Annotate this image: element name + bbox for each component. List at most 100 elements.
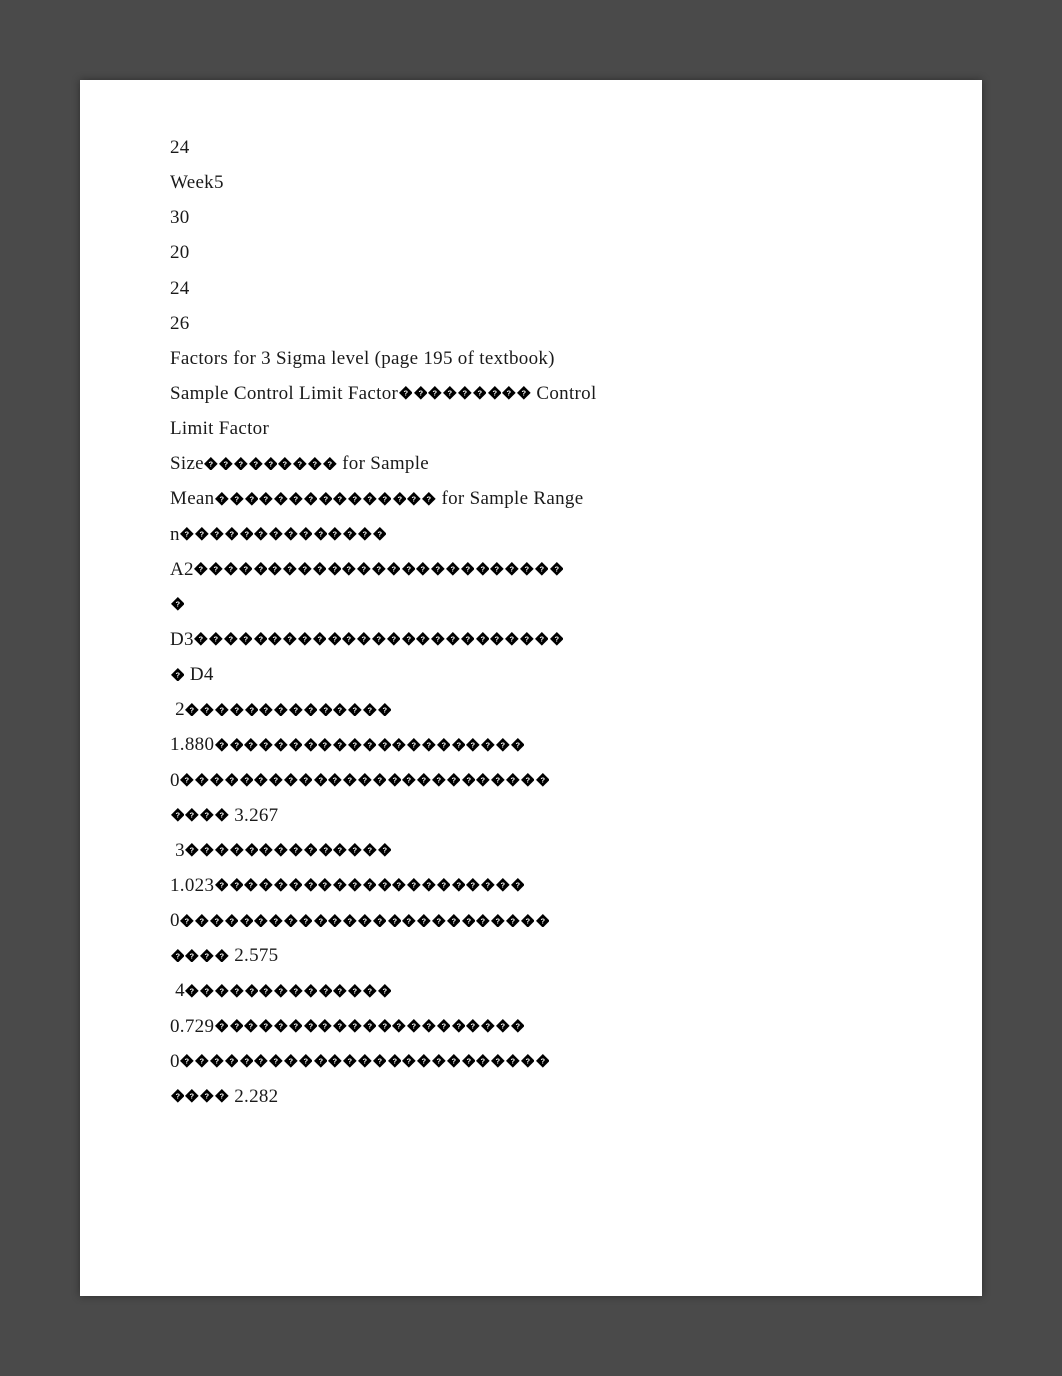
- svg-text:?: ?: [554, 635, 559, 644]
- svg-text:?: ?: [234, 494, 239, 503]
- svg-text:?: ?: [278, 881, 283, 890]
- svg-text:?: ?: [347, 565, 352, 574]
- unknown-glyph-icon: ?: [259, 703, 273, 717]
- svg-text:?: ?: [249, 740, 254, 749]
- svg-text:?: ?: [219, 1022, 224, 1031]
- svg-text:?: ?: [308, 494, 313, 503]
- svg-text:?: ?: [200, 916, 205, 925]
- svg-text:?: ?: [397, 881, 402, 890]
- svg-text:?: ?: [353, 494, 358, 503]
- svg-text:?: ?: [338, 705, 343, 714]
- svg-text:?: ?: [397, 494, 402, 503]
- svg-text:?: ?: [436, 635, 441, 644]
- svg-text:?: ?: [412, 494, 417, 503]
- unknown-glyph-icon: ?: [304, 703, 318, 717]
- svg-text:?: ?: [303, 530, 308, 539]
- svg-text:?: ?: [199, 565, 204, 574]
- unknown-glyph-icon: ?: [289, 703, 303, 717]
- svg-text:?: ?: [450, 565, 455, 574]
- unknown-glyph-icon: ?: [254, 1054, 268, 1068]
- svg-text:?: ?: [377, 1057, 382, 1066]
- unknown-glyph-icon: ?: [458, 386, 472, 400]
- svg-text:?: ?: [382, 846, 387, 855]
- unknown-glyph-icon: ?: [432, 773, 446, 787]
- unknown-glyph-icon: ?: [373, 1054, 387, 1068]
- unknown-glyph-icon: ?: [195, 1054, 209, 1068]
- svg-text:?: ?: [264, 1022, 269, 1031]
- svg-text:?: ?: [273, 635, 278, 644]
- svg-text:?: ?: [323, 705, 328, 714]
- unknown-glyph-icon: ?: [254, 773, 268, 787]
- unknown-glyph-icon: ?: [215, 738, 229, 752]
- svg-text:?: ?: [392, 1057, 397, 1066]
- unknown-glyph-icon: ?: [299, 527, 313, 541]
- unknown-glyph-icon: ?: [268, 632, 282, 646]
- unknown-glyph-icon: ?: [240, 1054, 254, 1068]
- svg-text:?: ?: [234, 846, 239, 855]
- unknown-glyph-icon: ?: [274, 738, 288, 752]
- svg-text:?: ?: [175, 1092, 180, 1101]
- unknown-glyph-icon: ?: [422, 1019, 436, 1033]
- svg-text:?: ?: [229, 916, 234, 925]
- svg-text:?: ?: [264, 881, 269, 890]
- svg-text:?: ?: [293, 740, 298, 749]
- unknown-glyph-icon: ?: [230, 703, 244, 717]
- svg-text:?: ?: [338, 846, 343, 855]
- svg-text:?: ?: [298, 459, 303, 468]
- unknown-glyph-icon: ?: [274, 703, 288, 717]
- unknown-glyph-icon: ?: [466, 1019, 480, 1033]
- unknown-glyph-icon: ?: [476, 632, 490, 646]
- svg-text:?: ?: [421, 565, 426, 574]
- svg-text:?: ?: [205, 951, 210, 960]
- svg-text:?: ?: [481, 916, 486, 925]
- unknown-glyph-icon: ?: [215, 843, 229, 857]
- svg-text:?: ?: [318, 1057, 323, 1066]
- svg-text:?: ?: [323, 740, 328, 749]
- unknown-glyph-icon: ?: [314, 773, 328, 787]
- unknown-glyph-icon: ?: [372, 632, 386, 646]
- unknown-glyph-icon: ?: [224, 562, 238, 576]
- svg-text:?: ?: [313, 459, 318, 468]
- svg-text:?: ?: [303, 776, 308, 785]
- unknown-glyph-icon: ?: [462, 773, 476, 787]
- svg-text:?: ?: [524, 565, 529, 574]
- unknown-glyph-icon: ?: [225, 773, 239, 787]
- unknown-glyph-icon: ?: [466, 738, 480, 752]
- svg-text:?: ?: [456, 1022, 461, 1031]
- unknown-glyph-icon: ?: [230, 878, 244, 892]
- unknown-glyph-icon: ?: [392, 1019, 406, 1033]
- unknown-glyph-icon: ?: [399, 386, 413, 400]
- svg-text:?: ?: [258, 565, 263, 574]
- svg-text:?: ?: [219, 881, 224, 890]
- unknown-glyph-icon: ?: [407, 1019, 421, 1033]
- svg-text:?: ?: [288, 916, 293, 925]
- svg-text:?: ?: [185, 776, 190, 785]
- svg-text:?: ?: [382, 986, 387, 995]
- svg-text:?: ?: [540, 776, 545, 785]
- svg-text:?: ?: [234, 881, 239, 890]
- unknown-glyph-icon: ?: [328, 773, 342, 787]
- unknown-glyph-icon: ?: [343, 914, 357, 928]
- svg-text:?: ?: [288, 530, 293, 539]
- svg-text:?: ?: [391, 565, 396, 574]
- svg-text:?: ?: [525, 776, 530, 785]
- svg-text:?: ?: [205, 705, 210, 714]
- svg-text:?: ?: [338, 1022, 343, 1031]
- unknown-glyph-icon: ?: [278, 457, 292, 471]
- unknown-glyph-icon: ?: [505, 562, 519, 576]
- unknown-glyph-icon: ?: [274, 878, 288, 892]
- svg-text:?: ?: [318, 916, 323, 925]
- svg-text:?: ?: [293, 705, 298, 714]
- svg-text:?: ?: [422, 776, 427, 785]
- unknown-glyph-icon: ?: [289, 492, 303, 506]
- svg-text:?: ?: [367, 986, 372, 995]
- unknown-glyph-icon: ?: [520, 632, 534, 646]
- svg-text:?: ?: [367, 881, 372, 890]
- svg-text:?: ?: [205, 811, 210, 820]
- svg-text:?: ?: [377, 776, 382, 785]
- svg-text:?: ?: [480, 565, 485, 574]
- svg-text:?: ?: [362, 776, 367, 785]
- svg-text:?: ?: [333, 916, 338, 925]
- unknown-glyph-icon: ?: [289, 878, 303, 892]
- unknown-glyph-icon: ?: [210, 1054, 224, 1068]
